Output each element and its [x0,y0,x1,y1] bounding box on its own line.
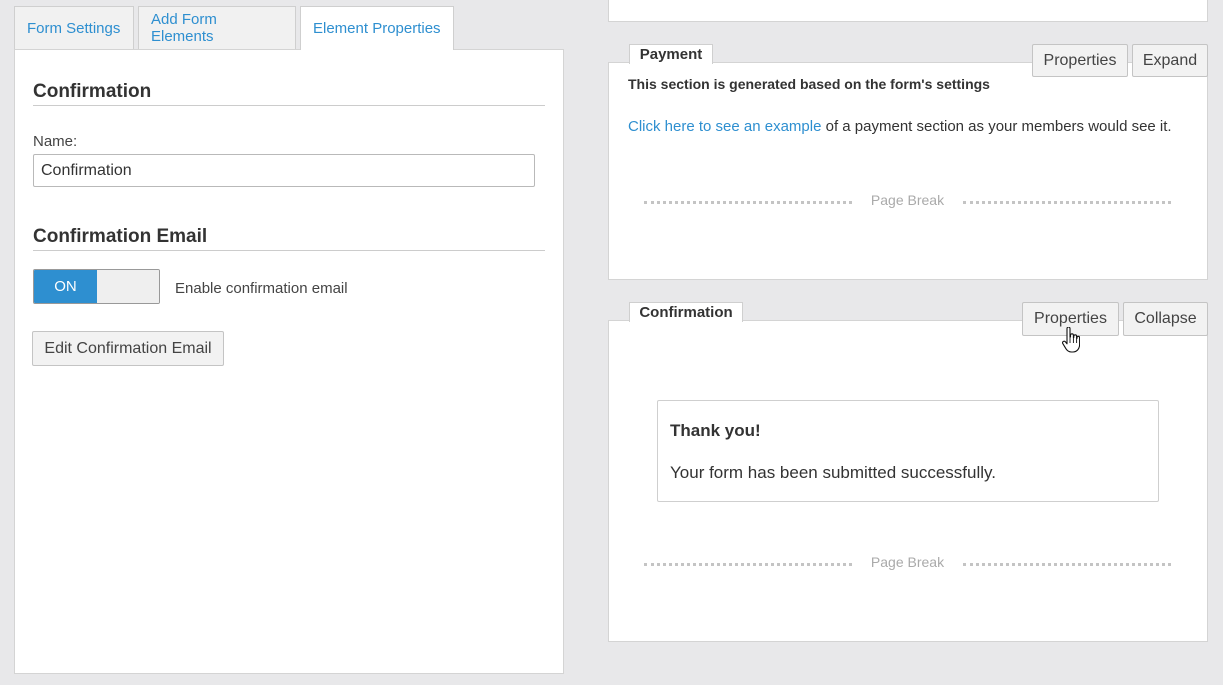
toggle-description: Enable confirmation email [175,280,348,297]
tab-element-properties[interactable]: Element Properties [300,6,454,50]
tab-form-settings[interactable]: Form Settings [14,6,134,49]
page-break-line-right [963,563,1171,566]
confirmation-legend: Confirmation [629,302,743,322]
previous-section-card [608,0,1208,22]
confirmation-email-toggle[interactable]: ON [33,269,160,304]
tab-bar: Form Settings Add Form Elements Element … [14,6,454,50]
thank-you-title: Thank you! [670,421,761,440]
payment-section [608,62,1208,280]
name-input[interactable] [33,154,535,187]
page-break-line-right [963,201,1171,204]
page-break-divider: Page Break [644,554,1171,572]
payment-expand-button[interactable]: Expand [1132,44,1208,77]
confirmation-collapse-button[interactable]: Collapse [1123,302,1208,336]
element-properties-panel: Confirmation Name: Confirmation Email ON… [14,49,564,674]
name-label: Name: [33,133,78,150]
page-break-label: Page Break [870,554,945,570]
payment-note: This section is generated based on the f… [628,76,990,92]
payment-example-text: Click here to see an example of a paymen… [628,118,1172,135]
payment-properties-button[interactable]: Properties [1032,44,1128,77]
confirmation-email-heading: Confirmation Email [33,226,545,251]
edit-confirmation-email-button[interactable]: Edit Confirmation Email [32,331,224,366]
thank-you-message: Your form has been submitted successfull… [670,463,996,482]
page-break-label: Page Break [870,192,945,208]
payment-example-suffix: of a payment section as your members wou… [821,118,1172,135]
confirmation-heading: Confirmation [33,81,545,106]
confirmation-message-box: Thank you! Your form has been submitted … [657,400,1159,502]
toggle-off-area [97,270,159,303]
page-break-divider: Page Break [644,192,1171,210]
tab-add-form-elements[interactable]: Add Form Elements [138,6,296,49]
toggle-on-label: ON [34,270,97,303]
payment-legend: Payment [629,44,713,64]
payment-example-link[interactable]: Click here to see an example [628,118,821,135]
hand-pointer-icon [1062,327,1080,353]
